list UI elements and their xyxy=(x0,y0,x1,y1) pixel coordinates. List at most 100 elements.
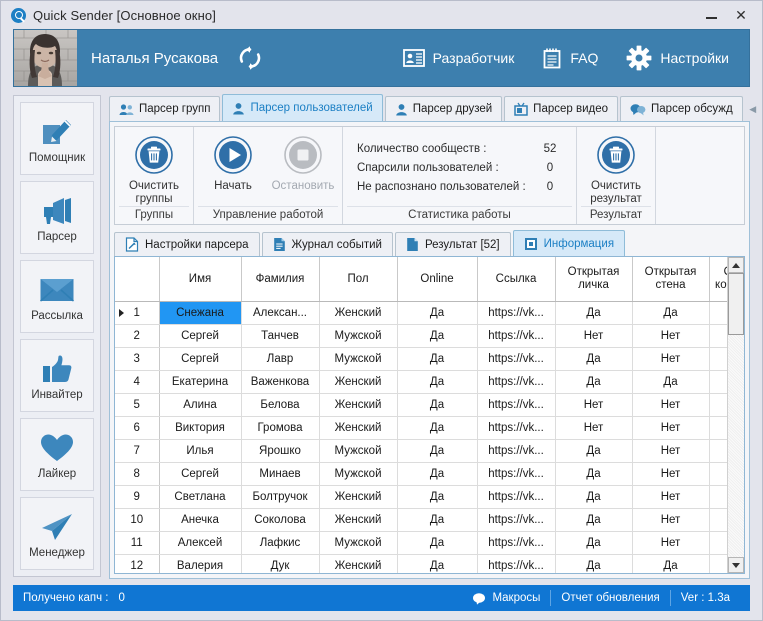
row-index[interactable]: 8 xyxy=(115,462,160,486)
cell-name[interactable]: Светлана xyxy=(159,485,242,509)
cell-name[interactable]: Алина xyxy=(159,393,242,417)
cell-surname[interactable]: Лавр xyxy=(241,347,320,371)
table-row[interactable]: 3 Сергей Лавр Мужской Да https://vk... Д… xyxy=(115,347,727,371)
row-index[interactable]: 11 xyxy=(115,531,160,555)
developer-button[interactable]: Разработчик xyxy=(389,48,529,68)
cell-open-comments[interactable]: Нет xyxy=(709,485,727,509)
col-open-comments[interactable]: Открытые комментарии xyxy=(709,257,727,302)
cell-online[interactable]: Да xyxy=(397,416,478,440)
tab-scroll-prev[interactable]: ◀ xyxy=(745,101,761,117)
row-index[interactable]: 1 xyxy=(115,301,160,325)
cell-open-comments[interactable]: Нет xyxy=(709,531,727,555)
cell-name[interactable]: Екатерина xyxy=(159,370,242,394)
cell-online[interactable]: Да xyxy=(397,531,478,555)
tab-zhurnal-sobytii[interactable]: Журнал событий xyxy=(261,232,393,256)
cell-gender[interactable]: Мужской xyxy=(319,347,398,371)
cell-link[interactable]: https://vk... xyxy=(477,324,556,348)
cell-gender[interactable]: Женский xyxy=(319,554,398,573)
cell-open-wall[interactable]: Нет xyxy=(632,462,710,486)
sidebar-item-parser[interactable]: Парсер xyxy=(20,181,94,254)
cell-online[interactable]: Да xyxy=(397,554,478,573)
cell-surname[interactable]: Танчев xyxy=(241,324,320,348)
cell-gender[interactable]: Мужской xyxy=(319,439,398,463)
tab-parser-polzovatelei[interactable]: Парсер пользователей xyxy=(222,94,383,121)
col-online[interactable]: Online xyxy=(397,257,478,302)
cell-gender[interactable]: Женский xyxy=(319,485,398,509)
cell-name[interactable]: Анечка xyxy=(159,508,242,532)
cell-online[interactable]: Да xyxy=(397,324,478,348)
cell-open-pm[interactable]: Да xyxy=(555,531,633,555)
update-report-button[interactable]: Отчет обновления xyxy=(551,592,669,604)
cell-link[interactable]: https://vk... xyxy=(477,416,556,440)
cell-gender[interactable]: Мужской xyxy=(319,324,398,348)
sidebar-item-invaiter[interactable]: Инвайтер xyxy=(20,339,94,412)
col-gender[interactable]: Пол xyxy=(319,257,398,302)
cell-open-comments[interactable]: Нет xyxy=(709,324,727,348)
table-row[interactable]: 11 Алексей Лафкис Мужской Да https://vk.… xyxy=(115,531,727,555)
sidebar-item-rassylka[interactable]: Рассылка xyxy=(20,260,94,333)
table-row[interactable]: 9 Светлана Болтручок Женский Да https://… xyxy=(115,485,727,509)
cell-open-wall[interactable]: Нет xyxy=(632,531,710,555)
tab-parser-video[interactable]: Парсер видео xyxy=(504,96,619,121)
sidebar-item-pomoshnik[interactable]: Помощник xyxy=(20,102,94,175)
row-index[interactable]: 7 xyxy=(115,439,160,463)
scroll-up-button[interactable] xyxy=(728,257,744,273)
cell-open-comments[interactable]: Нет xyxy=(709,393,727,417)
cell-surname[interactable]: Болтручок xyxy=(241,485,320,509)
cell-open-pm[interactable]: Да xyxy=(555,347,633,371)
cell-link[interactable]: https://vk... xyxy=(477,508,556,532)
tab-parser-grupp[interactable]: Парсер групп xyxy=(109,96,221,121)
close-button[interactable]: ✕ xyxy=(726,2,756,28)
tab-rezultat[interactable]: Результат [52] xyxy=(394,232,511,256)
faq-button[interactable]: FAQ xyxy=(528,47,612,69)
cell-online[interactable]: Да xyxy=(397,301,478,325)
cell-surname[interactable]: Минаев xyxy=(241,462,320,486)
sidebar-item-menedzher[interactable]: Менеджер xyxy=(20,497,94,570)
scrollbar-thumb[interactable] xyxy=(728,273,744,335)
stop-button[interactable]: Остановить xyxy=(268,133,338,193)
cell-link[interactable]: https://vk... xyxy=(477,462,556,486)
cell-name[interactable]: Алексей xyxy=(159,531,242,555)
cell-open-wall[interactable]: Нет xyxy=(632,416,710,440)
cell-online[interactable]: Да xyxy=(397,370,478,394)
cell-open-pm[interactable]: Нет xyxy=(555,393,633,417)
cell-surname[interactable]: Алексан... xyxy=(241,301,320,325)
cell-open-pm[interactable]: Да xyxy=(555,485,633,509)
cell-name[interactable]: Валерия xyxy=(159,554,242,573)
cell-surname[interactable]: Громова xyxy=(241,416,320,440)
cell-gender[interactable]: Женский xyxy=(319,370,398,394)
cell-name[interactable]: Виктория xyxy=(159,416,242,440)
cell-open-wall[interactable]: Нет xyxy=(632,324,710,348)
cell-gender[interactable]: Женский xyxy=(319,301,398,325)
cell-surname[interactable]: Лафкис xyxy=(241,531,320,555)
cell-online[interactable]: Да xyxy=(397,485,478,509)
cell-open-comments[interactable]: Нет xyxy=(709,508,727,532)
row-index[interactable]: 4 xyxy=(115,370,160,394)
clear-groups-button[interactable]: Очистить группы xyxy=(119,133,189,206)
cell-link[interactable]: https://vk... xyxy=(477,485,556,509)
cell-open-pm[interactable]: Да xyxy=(555,301,633,325)
cell-open-pm[interactable]: Да xyxy=(555,508,633,532)
cell-name[interactable]: Илья xyxy=(159,439,242,463)
cell-open-wall[interactable]: Нет xyxy=(632,485,710,509)
tab-parser-druzei[interactable]: Парсер друзей xyxy=(384,96,503,121)
col-open-wall[interactable]: Открытая стена xyxy=(632,257,710,302)
row-index[interactable]: 2 xyxy=(115,324,160,348)
cell-link[interactable]: https://vk... xyxy=(477,347,556,371)
cell-name[interactable]: Снежана xyxy=(159,301,242,325)
cell-link[interactable]: https://vk... xyxy=(477,531,556,555)
cell-open-wall[interactable]: Да xyxy=(632,301,710,325)
table-row[interactable]: 10 Анечка Соколова Женский Да https://vk… xyxy=(115,508,727,532)
sidebar-item-laiker[interactable]: Лайкер xyxy=(20,418,94,491)
tab-parser-obsuzhd[interactable]: Парсер обсужд xyxy=(620,96,743,121)
cell-open-comments[interactable]: Да xyxy=(709,554,727,573)
col-link[interactable]: Ссылка xyxy=(477,257,556,302)
cell-link[interactable]: https://vk... xyxy=(477,439,556,463)
scrollbar-track[interactable] xyxy=(728,273,744,557)
cell-open-pm[interactable]: Да xyxy=(555,370,633,394)
col-name[interactable]: Имя xyxy=(159,257,242,302)
cell-open-comments[interactable]: Да xyxy=(709,301,727,325)
tab-informatsiya[interactable]: Информация xyxy=(512,230,626,256)
table-row[interactable]: 2 Сергей Танчев Мужской Да https://vk...… xyxy=(115,324,727,348)
table-row[interactable]: 6 Виктория Громова Женский Да https://vk… xyxy=(115,416,727,440)
